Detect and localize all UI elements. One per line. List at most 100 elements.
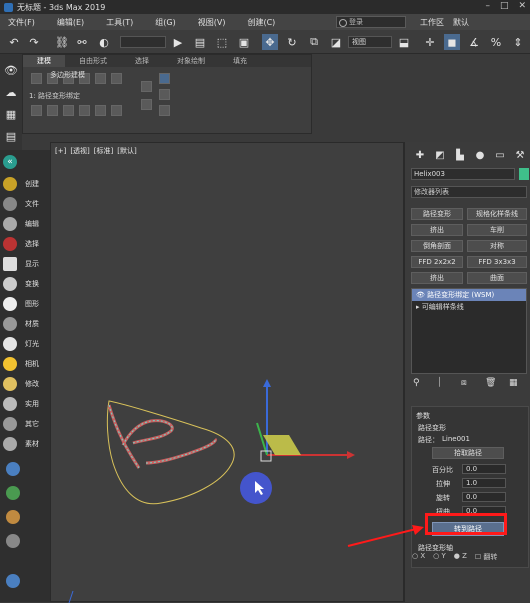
mod-button-lathe[interactable]: 车削 bbox=[467, 224, 527, 236]
ribbon-tool-icon[interactable] bbox=[141, 81, 152, 92]
mod-button-ffd-2x2x2[interactable]: FFD 2x2x2 bbox=[411, 256, 463, 268]
close-icon[interactable]: ✕ bbox=[518, 1, 526, 11]
cmd-item-other[interactable]: 其它 bbox=[0, 414, 50, 434]
object-name-field[interactable]: Helix003 bbox=[411, 168, 515, 180]
mod-button-surface[interactable]: 曲面 bbox=[467, 272, 527, 284]
menu-tools[interactable]: 工具(T) bbox=[98, 17, 147, 28]
list-icon[interactable]: ▤ bbox=[3, 128, 19, 144]
pin-stack-icon[interactable]: ⚲ bbox=[413, 378, 423, 388]
select-object-icon[interactable]: ▶ bbox=[170, 34, 186, 50]
tree-icon[interactable] bbox=[6, 486, 20, 500]
cloud-icon[interactable]: ☁ bbox=[3, 84, 19, 100]
globe-icon[interactable] bbox=[6, 462, 20, 476]
sphere-icon[interactable] bbox=[6, 574, 20, 588]
ribbon-tool-icon[interactable] bbox=[159, 105, 170, 116]
cmd-item-edit[interactable]: 编辑 bbox=[0, 214, 50, 234]
cmd-item-assets[interactable]: 素材 bbox=[0, 434, 50, 454]
mod-button-normalize-spline[interactable]: 规格化样条线 bbox=[467, 208, 527, 220]
workspace-select[interactable]: 默认 bbox=[453, 17, 469, 28]
cmd-item-transform[interactable]: 变换 bbox=[0, 274, 50, 294]
mod-button-bevel-profile[interactable]: 倒角剖面 bbox=[411, 240, 463, 252]
cmd-item-lights[interactable]: 灯光 bbox=[0, 334, 50, 354]
ribbon-tool-icon[interactable] bbox=[79, 105, 90, 116]
utilities-tab-icon[interactable]: ⚒ bbox=[513, 148, 527, 162]
move-icon[interactable]: ✥ bbox=[262, 34, 278, 50]
rotate-icon[interactable]: ↻ bbox=[284, 34, 300, 50]
snap-toggle-icon[interactable]: ◼ bbox=[444, 34, 460, 50]
cmd-item-modify[interactable]: 修改 bbox=[0, 374, 50, 394]
scale-icon[interactable]: ⧉ bbox=[306, 34, 322, 50]
cmd-create[interactable]: « bbox=[0, 152, 50, 172]
create-tab-icon[interactable]: ✚ bbox=[413, 148, 427, 162]
cmd-item-display[interactable]: 显示 bbox=[0, 254, 50, 274]
ribbon-tool-icon[interactable] bbox=[141, 99, 152, 110]
cmd-item-utilities[interactable]: 实用 bbox=[0, 394, 50, 414]
ribbon-tool-icon[interactable] bbox=[111, 73, 122, 84]
modifier-list-dropdown[interactable]: 修改器列表 bbox=[411, 186, 527, 198]
ribbon-tool-icon[interactable] bbox=[111, 105, 122, 116]
select-by-name-icon[interactable]: ▤ bbox=[192, 34, 208, 50]
mod-button-extrude-2[interactable]: 挤出 bbox=[411, 272, 463, 284]
layer-icon[interactable]: ▦ bbox=[3, 106, 19, 122]
ribbon-tool-icon[interactable] bbox=[47, 105, 58, 116]
axis-x-radio[interactable]: ○ X bbox=[412, 552, 425, 562]
axis-y-radio[interactable]: ○ Y bbox=[433, 552, 446, 562]
remove-modifier-icon[interactable]: 🗑 bbox=[485, 378, 496, 388]
rotation-spinner[interactable]: 0.0 bbox=[462, 492, 506, 502]
rectangular-selection-icon[interactable]: ⬚ bbox=[214, 34, 230, 50]
ribbon-tool-icon[interactable] bbox=[159, 89, 170, 100]
mod-button-ffd-3x3x3[interactable]: FFD 3x3x3 bbox=[467, 256, 527, 268]
ribbon-tool-icon[interactable] bbox=[63, 105, 74, 116]
ribbon-tab-freeform[interactable]: 自由形式 bbox=[65, 55, 121, 67]
flip-checkbox[interactable]: ☐ 翻转 bbox=[475, 552, 498, 562]
cmd-item-camera[interactable]: 相机 bbox=[0, 354, 50, 374]
selection-filter-dropdown[interactable] bbox=[120, 36, 166, 48]
bind-space-warp-icon[interactable]: ◐ bbox=[96, 34, 112, 50]
motion-tab-icon[interactable]: ● bbox=[473, 148, 487, 162]
ribbon-tab-selection[interactable]: 选择 bbox=[121, 55, 163, 67]
configure-sets-icon[interactable]: ▦ bbox=[509, 378, 519, 388]
ribbon-tab-populate[interactable]: 填充 bbox=[219, 55, 261, 67]
ribbon-tool-icon[interactable] bbox=[95, 73, 106, 84]
percent-spinner[interactable]: 0.0 bbox=[462, 464, 506, 474]
menu-edit[interactable]: 编辑(E) bbox=[49, 17, 98, 28]
object-color-swatch[interactable] bbox=[519, 168, 529, 180]
mod-button-extrude-1[interactable]: 挤出 bbox=[411, 224, 463, 236]
pick-path-button[interactable]: 拾取路径 bbox=[432, 447, 504, 459]
mod-button-path-deform[interactable]: 路径变形 bbox=[411, 208, 463, 220]
select-manipulate-icon[interactable]: ✛ bbox=[422, 34, 438, 50]
stack-item-path-deform-wsm[interactable]: 👁 路径变形绑定 (WSM) bbox=[412, 289, 526, 301]
stack-item-editable-spline[interactable]: ▸ 可编辑样条线 bbox=[412, 301, 526, 313]
hierarchy-tab-icon[interactable]: ▙ bbox=[453, 148, 467, 162]
cmd-item-material[interactable]: 材质 bbox=[0, 314, 50, 334]
angle-snap-icon[interactable]: ∡ bbox=[466, 34, 482, 50]
tool-icon[interactable] bbox=[6, 534, 20, 548]
axis-z-radio[interactable]: ● Z bbox=[454, 552, 467, 562]
make-unique-icon[interactable]: ⧈ bbox=[461, 378, 471, 388]
unlink-icon[interactable]: ⚯ bbox=[74, 34, 90, 50]
window-crossing-icon[interactable]: ▣ bbox=[236, 34, 252, 50]
menu-group[interactable]: 组(G) bbox=[147, 17, 189, 28]
ribbon-tool-icon[interactable] bbox=[31, 105, 42, 116]
ribbon-panel-title[interactable]: 多边形建模 bbox=[50, 70, 85, 80]
percent-snap-icon[interactable]: % bbox=[488, 34, 504, 50]
redo-icon[interactable]: ↷ bbox=[26, 34, 42, 50]
ribbon-tab-modeling[interactable]: 建模 bbox=[23, 55, 65, 67]
modify-tab-icon[interactable]: ◩ bbox=[433, 148, 447, 162]
ribbon-tool-icon[interactable] bbox=[95, 105, 106, 116]
menu-create[interactable]: 创建(C) bbox=[239, 17, 289, 28]
pivot-icon[interactable]: ⬓ bbox=[396, 34, 412, 50]
mod-button-symmetry[interactable]: 对称 bbox=[467, 240, 527, 252]
maximize-icon[interactable]: □ bbox=[500, 1, 509, 11]
minimize-icon[interactable]: – bbox=[485, 1, 490, 11]
spinner-snap-icon[interactable]: ⇕ bbox=[510, 34, 526, 50]
reference-coordinate-dropdown[interactable]: 视图 bbox=[348, 36, 392, 48]
cmd-item-create[interactable]: 创建 bbox=[0, 174, 50, 194]
rollout-title[interactable]: 参数 bbox=[416, 411, 430, 421]
cmd-item-select[interactable]: 选择 bbox=[0, 234, 50, 254]
undo-icon[interactable]: ↶ bbox=[6, 34, 22, 50]
object-icon[interactable] bbox=[6, 510, 20, 524]
placement-icon[interactable]: ◪ bbox=[328, 34, 344, 50]
ribbon-tool-icon[interactable] bbox=[31, 73, 42, 84]
cmd-item-shapes[interactable]: 图形 bbox=[0, 294, 50, 314]
